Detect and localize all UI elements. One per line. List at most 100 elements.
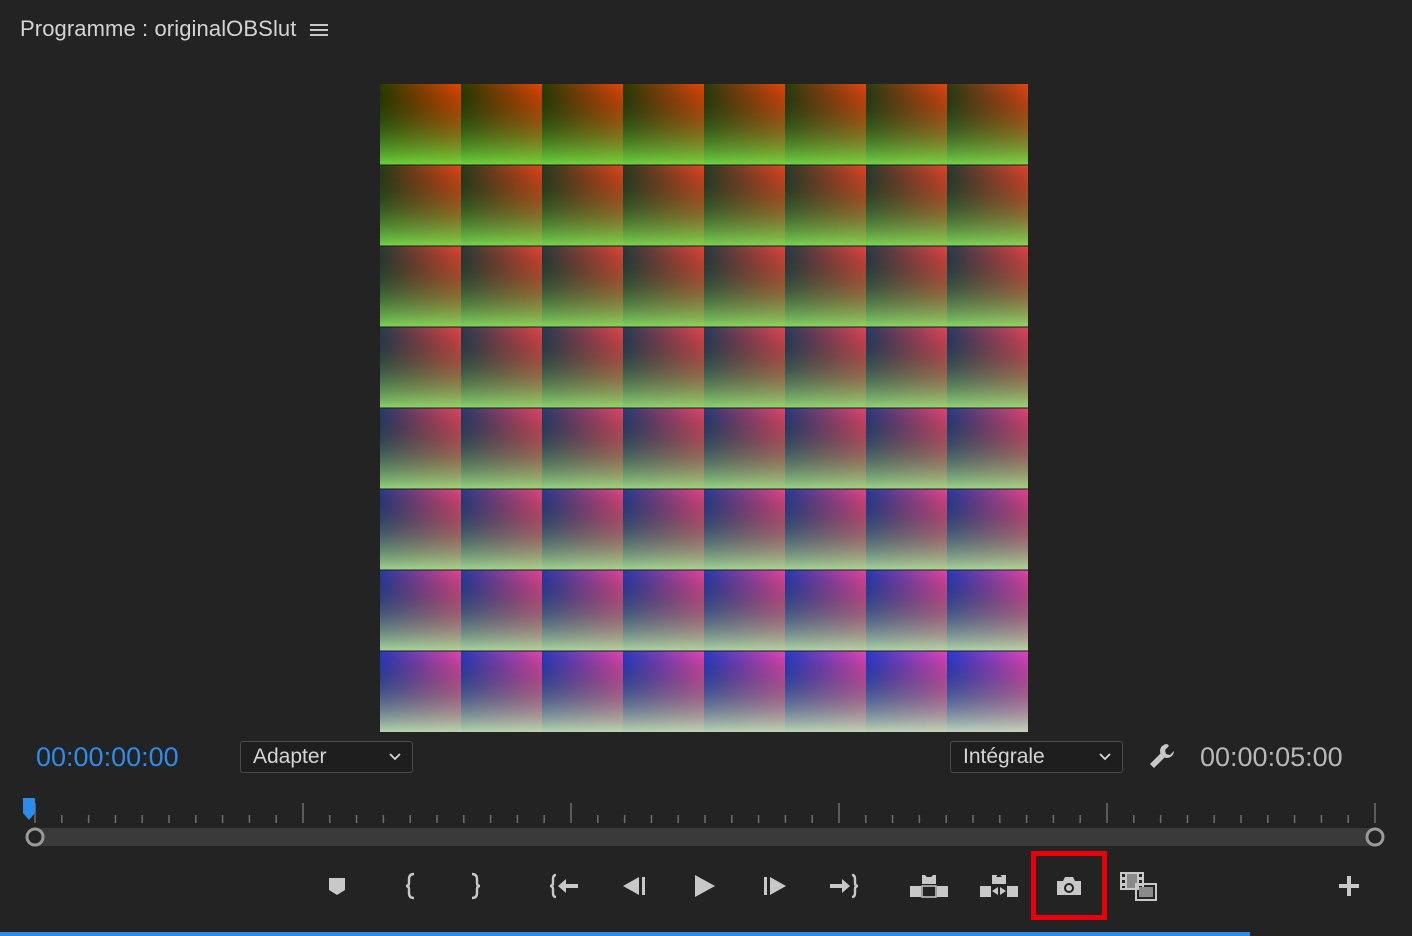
lut-tile-overlay: [623, 489, 704, 570]
lut-tile-overlay: [947, 246, 1028, 327]
lut-tile-overlay: [542, 570, 623, 651]
play-button[interactable]: [676, 858, 732, 914]
marker-icon: [329, 878, 345, 895]
lut-tile-overlay: [380, 408, 461, 489]
play-icon: [695, 875, 715, 897]
lut-tile-overlay: [947, 408, 1028, 489]
lut-tile-overlay: [785, 570, 866, 651]
wrench-icon[interactable]: [1147, 741, 1177, 771]
plus-icon: [1339, 876, 1359, 896]
lift-icon: [910, 871, 948, 898]
lut-tile-overlay: [461, 570, 542, 651]
lut-tile-overlay: [785, 165, 866, 246]
lut-tile-overlay: [947, 651, 1028, 732]
zoom-handle-right[interactable]: [1365, 827, 1385, 847]
hamburger-menu-icon[interactable]: [310, 22, 328, 38]
zoom-level-value: Adapter: [253, 745, 327, 768]
lut-grid-image: [380, 84, 1028, 732]
lut-tile-overlay: [866, 651, 947, 732]
lut-tile-overlay: [461, 489, 542, 570]
lut-tile-overlay: [623, 165, 704, 246]
zoom-level-select[interactable]: Adapter: [240, 741, 413, 773]
zoom-handle-left[interactable]: [25, 827, 45, 847]
lut-tile-overlay: [866, 570, 947, 651]
lut-tile-overlay: [704, 246, 785, 327]
extract-icon: [980, 873, 1018, 897]
export-frame-button[interactable]: [1041, 858, 1097, 914]
lut-tile-overlay: [704, 489, 785, 570]
transport-controls: [0, 858, 1412, 918]
lut-tile-overlay: [380, 570, 461, 651]
lut-tile-overlay: [623, 84, 704, 165]
chevron-down-icon: [1099, 753, 1111, 761]
lut-tile-overlay: [542, 84, 623, 165]
go-to-in-button[interactable]: [537, 858, 593, 914]
zoom-scroll-bar[interactable]: [35, 828, 1375, 846]
lut-tile-overlay: [947, 570, 1028, 651]
lut-tile-overlay: [866, 246, 947, 327]
lut-tile-overlay: [704, 327, 785, 408]
mark-out-button[interactable]: [447, 858, 503, 914]
chevron-down-icon: [389, 753, 401, 761]
panel-focus-bar: [0, 932, 1250, 936]
playback-resolution-select[interactable]: Intégrale: [950, 741, 1123, 773]
lut-tile-overlay: [542, 651, 623, 732]
lut-tile-overlay: [542, 246, 623, 327]
program-viewer[interactable]: [380, 84, 1028, 732]
lut-tile-overlay: [947, 165, 1028, 246]
step-back-icon: [623, 877, 645, 895]
lut-tile-overlay: [623, 246, 704, 327]
button-editor-button[interactable]: [1321, 858, 1377, 914]
lut-tile-overlay: [461, 651, 542, 732]
comparison-view-button[interactable]: [1110, 858, 1166, 914]
lut-tile-overlay: [542, 165, 623, 246]
lut-tile-overlay: [866, 84, 947, 165]
lut-tile-overlay: [704, 84, 785, 165]
lut-tile-overlay: [623, 651, 704, 732]
lut-tile-overlay: [785, 408, 866, 489]
time-ruler-graphic: [23, 798, 1385, 847]
lut-tile-overlay: [623, 408, 704, 489]
lut-tile-overlay: [785, 327, 866, 408]
lut-tile-overlay: [785, 84, 866, 165]
mark-in-icon: [405, 872, 415, 900]
step-forward-button[interactable]: [747, 858, 803, 914]
lut-tile-overlay: [704, 570, 785, 651]
playhead-marker[interactable]: [23, 798, 35, 820]
playhead-timecode[interactable]: 00:00:00:00: [36, 742, 179, 773]
duration-timecode: 00:00:05:00: [1200, 742, 1343, 772]
mark-in-button[interactable]: [383, 858, 439, 914]
lut-tile-overlay: [866, 165, 947, 246]
program-monitor-panel: Programme : originalOBSlut 00:00:00:00 A…: [0, 0, 1412, 936]
lut-tile-overlay: [785, 489, 866, 570]
lut-tile-overlay: [380, 84, 461, 165]
lut-tile-overlay: [461, 84, 542, 165]
lut-tile-overlay: [785, 651, 866, 732]
lut-tile-overlay: [785, 246, 866, 327]
lut-tile-overlay: [542, 327, 623, 408]
panel-title[interactable]: Programme : originalOBSlut: [20, 16, 296, 42]
lut-tile-overlay: [542, 489, 623, 570]
lut-tile-overlay: [866, 489, 947, 570]
lut-tile-overlay: [542, 408, 623, 489]
go-to-out-icon: [830, 873, 859, 899]
lut-tile-overlay: [380, 327, 461, 408]
step-back-button[interactable]: [606, 858, 662, 914]
lut-tile-overlay: [461, 246, 542, 327]
lut-tile-overlay: [461, 408, 542, 489]
lut-tile-overlay: [461, 165, 542, 246]
lut-tile-overlay: [623, 327, 704, 408]
extract-button[interactable]: [971, 858, 1027, 914]
lift-button[interactable]: [901, 858, 957, 914]
add-marker-button[interactable]: [309, 858, 365, 914]
go-to-out-button[interactable]: [815, 858, 871, 914]
lut-tile-overlay: [380, 246, 461, 327]
camera-icon: [1057, 877, 1081, 895]
lut-tile-overlay: [947, 84, 1028, 165]
lut-tile-overlay: [461, 327, 542, 408]
lut-tile-overlay: [866, 408, 947, 489]
time-ruler[interactable]: [0, 795, 1412, 855]
film-compare-icon: [1120, 872, 1157, 901]
lut-tile-overlay: [380, 651, 461, 732]
lut-tile-overlay: [704, 651, 785, 732]
